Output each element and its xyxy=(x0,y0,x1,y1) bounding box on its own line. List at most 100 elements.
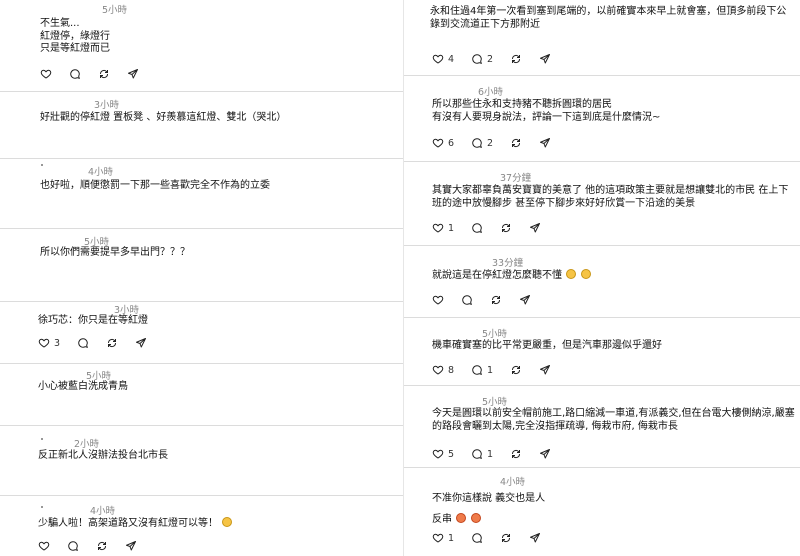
comment-icon xyxy=(70,69,80,79)
reply-post: 5小時 所以你們需要提早多早出門？？？ xyxy=(0,229,403,302)
post-text: 小心被藍白洗成青鳥 xyxy=(38,381,128,394)
repost-button[interactable] xyxy=(490,294,502,306)
post-timestamp: 3小時 xyxy=(94,100,120,111)
share-icon xyxy=(540,365,551,375)
comment-icon xyxy=(472,138,483,148)
like-count: 3 xyxy=(54,337,61,349)
comment-button[interactable]: 1 xyxy=(471,364,493,376)
repost-button[interactable] xyxy=(106,337,118,349)
reply-post: 2小時 反正新北人沒辦法投台北市長 xyxy=(0,426,403,496)
post-text: 其實大家都辜負萬安寶寶的美意了 他的這項政策主要就是想讓雙北的市民 在上下 班的… xyxy=(432,185,788,210)
repost-button[interactable] xyxy=(98,68,110,80)
share-button[interactable] xyxy=(539,53,551,65)
post-text: 機車確實塞的比平常更嚴重，但是汽車那邊似乎還好 xyxy=(432,340,662,353)
share-button[interactable] xyxy=(127,68,139,80)
repost-button[interactable] xyxy=(510,137,522,149)
like-button[interactable]: 8 xyxy=(432,364,454,376)
reply-post: 4小時 不准你這樣說 義交也是人 反串 1 xyxy=(404,468,800,556)
post-actions xyxy=(432,293,548,307)
heart-icon xyxy=(432,295,444,305)
share-button[interactable] xyxy=(519,294,531,306)
share-button[interactable] xyxy=(135,337,147,349)
comment-button[interactable] xyxy=(69,68,81,80)
post-text-line: 有沒有人要現身說法，評論一下這到底是什麼情況~ xyxy=(432,111,661,123)
share-icon xyxy=(540,138,551,148)
comment-icon xyxy=(472,533,483,543)
comment-button[interactable]: 2 xyxy=(471,53,493,65)
comment-icon xyxy=(472,365,483,375)
share-button[interactable] xyxy=(529,532,541,544)
heart-icon xyxy=(432,138,444,148)
comment-button[interactable]: 1 xyxy=(471,448,493,460)
collapsed-indicator xyxy=(41,506,43,508)
like-button[interactable]: 4 xyxy=(432,53,454,65)
post-actions: 1 xyxy=(432,221,558,235)
like-button[interactable]: 1 xyxy=(432,532,454,544)
comment-button[interactable] xyxy=(67,540,79,552)
like-button[interactable]: 3 xyxy=(38,337,60,349)
post-text: 永和住過4年第一次看到塞到尾端的，以前確實本來早上就會塞，但頂多前段下公 錄到交… xyxy=(430,6,786,31)
like-button[interactable]: 5 xyxy=(432,448,454,460)
post-actions: 4 2 xyxy=(432,52,568,66)
repost-icon xyxy=(491,295,501,305)
share-button[interactable] xyxy=(539,364,551,376)
share-icon xyxy=(530,223,541,233)
collapsed-indicator xyxy=(41,164,43,166)
reply-post: 3小時 徐巧芯：你只是在等紅燈 3 xyxy=(0,302,403,364)
grin-emoji-icon xyxy=(566,269,577,279)
post-text-line: 也好啦，順便懲罰一下那一些喜歡完全不作為的立委 xyxy=(40,180,270,191)
reply-post: 33分鐘 就說這是在停紅燈怎麼聽不懂 xyxy=(404,246,800,318)
share-button[interactable] xyxy=(539,448,551,460)
post-text-line: 永和住過4年第一次看到塞到尾端的，以前確實本來早上就會塞，但頂多前段下公 xyxy=(430,6,787,17)
comment-button[interactable] xyxy=(461,294,473,306)
share-button[interactable] xyxy=(529,222,541,234)
repost-icon xyxy=(97,541,107,551)
post-timestamp: 5小時 xyxy=(84,237,110,248)
heart-icon xyxy=(38,541,50,551)
comment-button[interactable] xyxy=(77,337,89,349)
post-text-line: 反串 xyxy=(432,514,452,525)
comment-count: 1 xyxy=(487,364,494,376)
comment-button[interactable] xyxy=(471,222,483,234)
reply-post: 永和住過4年第一次看到塞到尾端的，以前確實本來早上就會塞，但頂多前段下公 錄到交… xyxy=(404,0,800,76)
like-button[interactable] xyxy=(40,68,52,80)
share-icon xyxy=(540,54,551,64)
post-text-line: 只是等紅燈而已 xyxy=(40,43,110,54)
repost-icon xyxy=(512,365,521,375)
post-text: 不生氣... 紅燈停，綠燈行 只是等紅燈而已 xyxy=(40,18,110,56)
grin-emoji-icon xyxy=(581,269,592,279)
repost-icon xyxy=(512,449,521,459)
post-text-line: 錄到交流道正下方那附近 xyxy=(430,18,540,30)
heart-icon xyxy=(432,54,444,64)
repost-button[interactable] xyxy=(96,540,108,552)
like-button[interactable] xyxy=(38,540,50,552)
comment-button[interactable]: 2 xyxy=(471,137,493,149)
post-text-line: 所以你們需要提早多早出門？？？ xyxy=(40,247,190,258)
repost-button[interactable] xyxy=(510,448,522,460)
repost-button[interactable] xyxy=(510,364,522,376)
post-text-line: 機車確實塞的比平常更嚴重，但是汽車那邊似乎還好 xyxy=(432,340,662,351)
post-actions: 3 xyxy=(38,336,164,350)
like-button[interactable]: 6 xyxy=(432,137,454,149)
post-timestamp: 4小時 xyxy=(90,506,116,517)
like-button[interactable]: 1 xyxy=(432,222,454,234)
repost-button[interactable] xyxy=(500,222,512,234)
smile-emoji-icon xyxy=(222,517,233,527)
right-thread-column: 永和住過4年第一次看到塞到尾端的，以前確實本來早上就會塞，但頂多前段下公 錄到交… xyxy=(404,0,800,556)
repost-button[interactable] xyxy=(510,53,522,65)
share-button[interactable] xyxy=(539,137,551,149)
post-text: 所以那些住永和支持豬不聽拆圓環的居民 有沒有人要現身說法，評論一下這到底是什麼情… xyxy=(432,99,660,124)
like-button[interactable] xyxy=(432,294,444,306)
post-text: 也好啦，順便懲罰一下那一些喜歡完全不作為的立委 xyxy=(40,180,270,193)
share-button[interactable] xyxy=(125,540,137,552)
repost-button[interactable] xyxy=(500,532,512,544)
heart-icon xyxy=(38,338,50,348)
post-actions: 8 1 xyxy=(432,363,568,377)
reply-post: 5小時 機車確實塞的比平常更嚴重，但是汽車那邊似乎還好 8 1 xyxy=(404,318,800,386)
share-icon xyxy=(136,338,147,348)
comment-button[interactable] xyxy=(471,532,483,544)
post-text-line: 其實大家都辜負萬安寶寶的美意了 他的這項政策主要就是想讓雙北的市民 在上下 xyxy=(432,185,789,196)
repost-icon xyxy=(512,138,521,148)
comment-icon xyxy=(78,338,89,348)
repost-icon xyxy=(502,223,511,233)
